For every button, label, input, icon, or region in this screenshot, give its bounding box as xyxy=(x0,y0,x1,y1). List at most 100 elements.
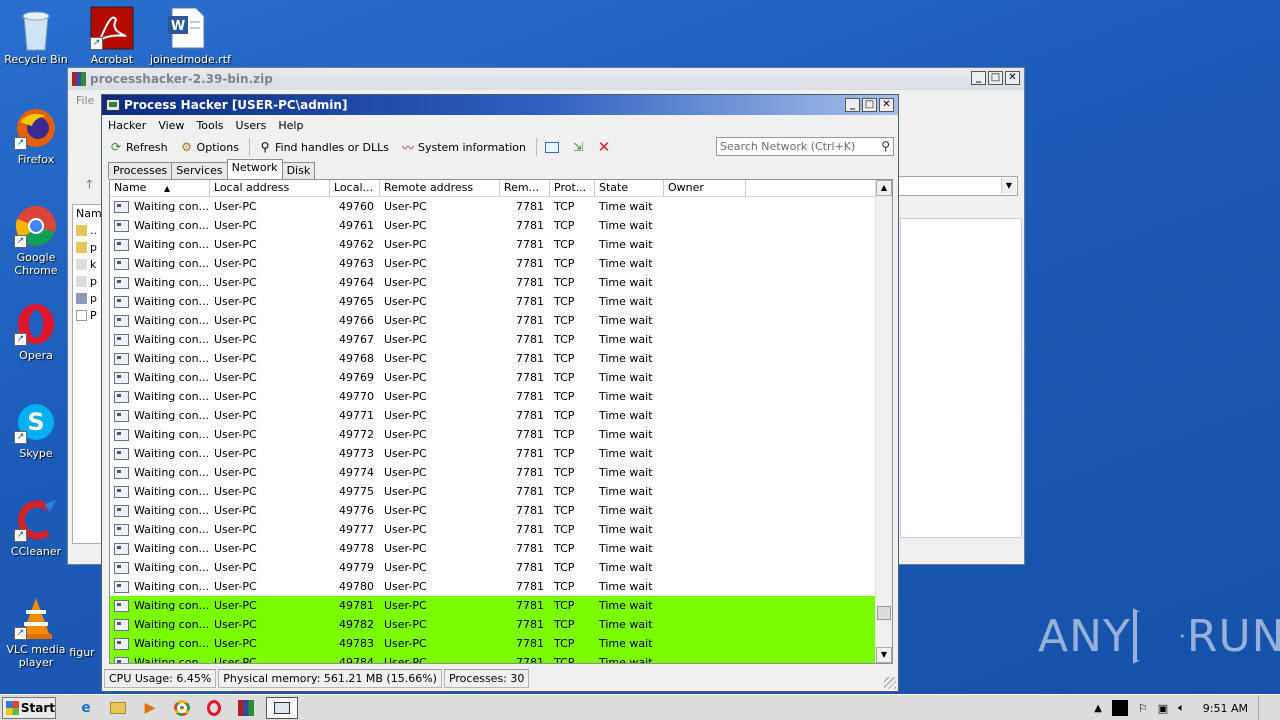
scroll-up-arrow-icon[interactable]: ▲ xyxy=(876,180,892,196)
table-row[interactable]: Waiting con... User-PC 49765 User-PC 7781 TCP… xyxy=(110,292,876,311)
table-row[interactable]: Waiting con... User-PC 49772 User-PC 7781 TCP… xyxy=(110,425,876,444)
menu-help[interactable]: Help xyxy=(278,119,303,132)
column-header-name[interactable]: Name ▲ xyxy=(110,180,210,196)
column-header-local-address[interactable]: Local address xyxy=(210,180,330,196)
minimize-button[interactable]: _ xyxy=(971,71,986,85)
desktop-icon-joinedmode-rtf[interactable]: W joinedmode.rtf xyxy=(150,6,231,66)
taskbar-process-hacker[interactable] xyxy=(266,696,298,719)
refresh-button[interactable]: ⟳ Refresh xyxy=(107,137,170,157)
taskbar-winrar[interactable] xyxy=(234,697,258,719)
scrollbar-thumb[interactable] xyxy=(877,606,891,620)
zip-menu-file[interactable]: File xyxy=(76,94,94,107)
search-icon[interactable]: ⚲ xyxy=(881,139,890,153)
menu-hacker[interactable]: Hacker xyxy=(108,119,146,132)
clock[interactable]: 9:51 AM xyxy=(1203,702,1248,715)
table-row[interactable]: Waiting con... User-PC 49779 User-PC 7781 TCP… xyxy=(110,558,876,577)
tab-network[interactable]: Network xyxy=(226,159,283,179)
terminate-button[interactable]: ✕ xyxy=(595,137,613,157)
taskbar-media-player[interactable]: ▶ xyxy=(138,697,162,719)
taskbar-ie[interactable]: e xyxy=(74,697,98,719)
minimize-button[interactable]: _ xyxy=(845,98,860,112)
menu-users[interactable]: Users xyxy=(236,119,267,132)
desktop-icon-firefox[interactable]: ↗ Firefox xyxy=(0,106,72,166)
resize-grip[interactable] xyxy=(884,677,896,689)
taskbar-chrome[interactable] xyxy=(170,697,194,719)
table-row[interactable]: Waiting con... User-PC 49764 User-PC 7781 TCP… xyxy=(110,273,876,292)
desktop-icon-opera[interactable]: ↗ Opera xyxy=(0,302,72,362)
desktop-icon-skype[interactable]: S ↗ Skype xyxy=(0,400,72,460)
close-button[interactable]: ✕ xyxy=(1005,71,1020,85)
up-arrow-icon[interactable]: ↑ xyxy=(84,178,95,193)
black-square-icon[interactable] xyxy=(1111,700,1128,716)
table-row[interactable]: Waiting con... User-PC 49766 User-PC 7781 TCP… xyxy=(110,311,876,330)
maximize-button[interactable]: □ xyxy=(988,71,1003,85)
tab-disk[interactable]: Disk xyxy=(281,162,316,179)
find-window-button[interactable]: ⇲ xyxy=(569,137,587,157)
chevron-down-icon[interactable]: ▼ xyxy=(1001,178,1016,194)
show-desktop-button[interactable] xyxy=(1258,696,1270,720)
zip-address-field[interactable]: ▼ xyxy=(898,176,1018,196)
search-input[interactable]: Search Network (Ctrl+K) ⚲ xyxy=(716,137,894,156)
table-row[interactable]: Waiting con... User-PC 49770 User-PC 7781 TCP… xyxy=(110,387,876,406)
column-header-protocol[interactable]: Prot... xyxy=(550,180,595,196)
table-row[interactable]: Waiting con... User-PC 49780 User-PC 7781 TCP… xyxy=(110,577,876,596)
taskbar-explorer[interactable] xyxy=(106,697,130,719)
options-button[interactable]: ⚙ Options xyxy=(178,137,241,157)
column-header-state[interactable]: State xyxy=(595,180,664,196)
system-information-button[interactable]: 〰 System information xyxy=(399,137,528,157)
table-row[interactable]: Waiting con... User-PC 49777 User-PC 7781 TCP… xyxy=(110,520,876,539)
file-icon xyxy=(76,293,87,304)
table-row[interactable]: Waiting con... User-PC 49771 User-PC 7781 TCP… xyxy=(110,406,876,425)
desktop-icon-ccleaner[interactable]: ↗ CCleaner xyxy=(0,498,72,558)
table-row[interactable]: Waiting con... User-PC 49784 User-PC 7781 TCP… xyxy=(110,653,876,663)
menu-view[interactable]: View xyxy=(158,119,184,132)
column-header-local-port[interactable]: Local... xyxy=(330,180,380,196)
column-header-owner[interactable]: Owner xyxy=(664,180,746,196)
desktop-icon-recycle-bin[interactable]: Recycle Bin xyxy=(0,6,72,66)
table-row[interactable]: Waiting con... User-PC 49774 User-PC 7781 TCP… xyxy=(110,463,876,482)
process-hacker-window[interactable]: Process Hacker [USER-PC\admin] _ □ ✕ Hac… xyxy=(101,94,899,692)
table-row[interactable]: Waiting con... User-PC 49763 User-PC 7781 TCP… xyxy=(110,254,876,273)
column-header-remote-port[interactable]: Rem... xyxy=(500,180,550,196)
cell-remote-address: User-PC xyxy=(384,618,427,631)
close-button[interactable]: ✕ xyxy=(879,98,894,112)
action-center-flag-icon[interactable]: ⚐ xyxy=(1138,702,1148,715)
table-row[interactable]: Waiting con... User-PC 49760 User-PC 7781 TCP… xyxy=(110,197,876,216)
table-row[interactable]: Waiting con... User-PC 49762 User-PC 7781 TCP… xyxy=(110,235,876,254)
column-header-remote-address[interactable]: Remote address xyxy=(380,180,500,196)
vertical-scrollbar[interactable]: ▲ ▼ xyxy=(875,180,892,663)
table-row[interactable]: Waiting con... User-PC 49781 User-PC 7781 TCP… xyxy=(110,596,876,615)
process-hacker-titlebar[interactable]: Process Hacker [USER-PC\admin] _ □ ✕ xyxy=(102,95,898,115)
tab-services[interactable]: Services xyxy=(171,162,228,179)
table-row[interactable]: Waiting con... User-PC 49778 User-PC 7781 TCP… xyxy=(110,539,876,558)
find-handles-button[interactable]: ⚲ Find handles or DLLs xyxy=(256,137,391,157)
show-hidden-icons-icon[interactable]: ▲ xyxy=(1094,703,1102,714)
desktop-icon-label: Google Chrome xyxy=(14,251,58,277)
close-icon: ✕ xyxy=(597,138,611,156)
menu-tools[interactable]: Tools xyxy=(196,119,223,132)
table-row[interactable]: Waiting con... User-PC 49773 User-PC 7781 TCP… xyxy=(110,444,876,463)
table-row[interactable]: Waiting con... User-PC 49775 User-PC 7781 TCP… xyxy=(110,482,876,501)
zip-window-titlebar[interactable]: processhacker-2.39-bin.zip _ □ ✕ xyxy=(68,68,1024,90)
acrobat-icon: ↗ xyxy=(90,6,134,50)
network-list[interactable]: Name ▲ Local address Local... Remote add… xyxy=(109,179,893,664)
desktop-icon-acrobat[interactable]: ↗ Acrobat xyxy=(76,6,148,66)
taskbar-opera[interactable] xyxy=(202,697,226,719)
cell-remote-port: 7781 xyxy=(516,352,544,365)
table-row[interactable]: Waiting con... User-PC 49776 User-PC 7781 TCP… xyxy=(110,501,876,520)
maximize-button[interactable]: □ xyxy=(862,98,877,112)
volume-icon[interactable]: 🔈︎ xyxy=(1178,701,1185,715)
cell-local-address: User-PC xyxy=(214,219,257,232)
show-window-button[interactable] xyxy=(543,137,561,157)
start-button[interactable]: Start xyxy=(2,696,56,719)
scroll-down-arrow-icon[interactable]: ▼ xyxy=(876,647,892,663)
table-row[interactable]: Waiting con... User-PC 49783 User-PC 7781 TCP… xyxy=(110,634,876,653)
tab-processes[interactable]: Processes xyxy=(108,162,173,179)
table-row[interactable]: Waiting con... User-PC 49782 User-PC 7781 TCP… xyxy=(110,615,876,634)
network-icon[interactable]: ▣ xyxy=(1158,702,1168,715)
table-row[interactable]: Waiting con... User-PC 49767 User-PC 7781 TCP… xyxy=(110,330,876,349)
table-row[interactable]: Waiting con... User-PC 49768 User-PC 7781 TCP… xyxy=(110,349,876,368)
desktop-icon-chrome[interactable]: ↗ Google Chrome xyxy=(0,204,72,277)
table-row[interactable]: Waiting con... User-PC 49761 User-PC 7781 TCP… xyxy=(110,216,876,235)
table-row[interactable]: Waiting con... User-PC 49769 User-PC 7781 TCP… xyxy=(110,368,876,387)
